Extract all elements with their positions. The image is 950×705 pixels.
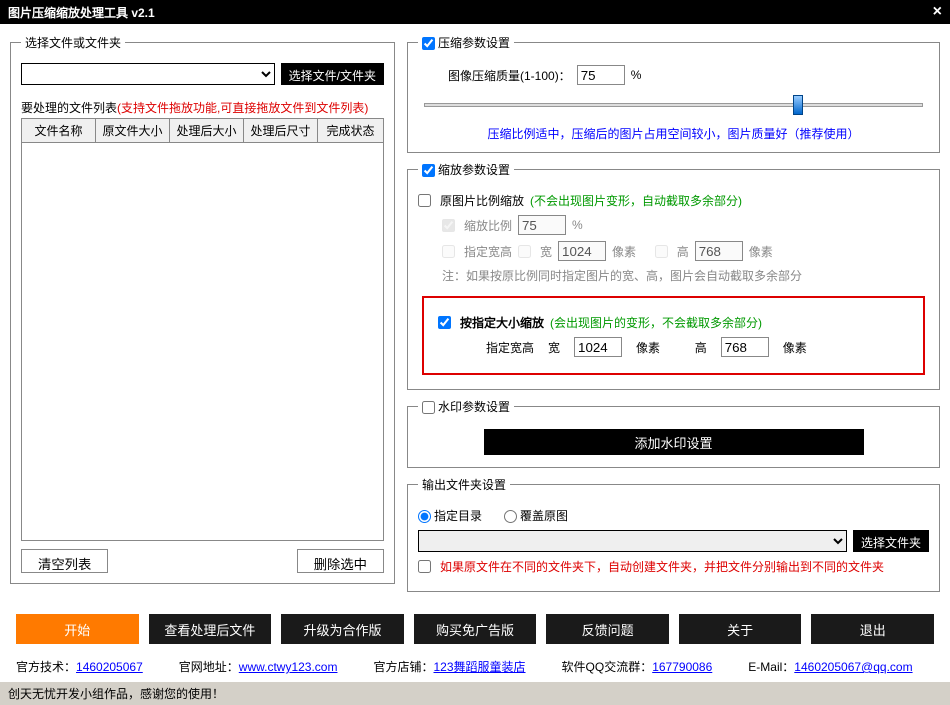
fixed-size-box: 按指定大小缩放 (会出现图片的变形，不会截取多余部分) 指定宽高 宽 像素 高 …	[422, 296, 925, 375]
col-origsize: 原文件大小	[96, 119, 170, 143]
auto-folder-checkbox[interactable]	[418, 560, 431, 573]
scale-h-input	[695, 241, 743, 261]
enable-scale-checkbox[interactable]	[422, 164, 435, 177]
overwrite-radio-label[interactable]: 覆盖原图	[504, 507, 568, 524]
slider-thumb[interactable]	[793, 95, 803, 115]
proportional-scale-checkbox[interactable]	[418, 194, 431, 207]
quality-input[interactable]	[577, 65, 625, 85]
scale-group: 缩放参数设置 原图片比例缩放 (不会出现图片变形，自动截取多余部分) 缩放比例 …	[407, 161, 940, 390]
scale-w-checkbox	[518, 245, 531, 258]
file-path-select[interactable]	[21, 63, 275, 85]
scale-w-input	[558, 241, 606, 261]
scale-ratio-input	[518, 215, 566, 235]
close-icon[interactable]: ×	[933, 3, 942, 21]
output-legend: 输出文件夹设置	[418, 476, 510, 493]
output-group: 输出文件夹设置 指定目录 覆盖原图 选择文件夹 如果原文件在不同的文件夹下，自动…	[407, 476, 940, 592]
fixed-size-checkbox[interactable]	[438, 316, 451, 329]
enable-watermark-checkbox[interactable]	[422, 401, 435, 414]
qq-group-link[interactable]: 167790086	[652, 660, 712, 674]
col-status: 完成状态	[318, 119, 384, 143]
col-newsize: 处理后大小	[170, 119, 244, 143]
compress-legend: 压缩参数设置	[418, 34, 514, 51]
scale-note: 注：如果按原比例同时指定图片的宽、高，图片会自动截取多余部分	[442, 267, 929, 284]
file-list-label: 要处理的文件列表(支持文件拖放功能,可直接拖放文件到文件列表)	[21, 99, 384, 116]
slider-caption: 压缩比例适中，压缩后的图片占用空间较小，图片质量好（推荐使用）	[418, 125, 929, 142]
bottom-button-bar: 开始 查看处理后文件 升级为合作版 购买免广告版 反馈问题 关于 退出	[0, 610, 950, 652]
buy-adfree-button[interactable]: 购买免广告版	[414, 614, 537, 644]
select-files-button[interactable]: 选择文件/文件夹	[281, 63, 384, 85]
watermark-group: 水印参数设置 添加水印设置	[407, 398, 940, 468]
scale-h-checkbox	[655, 245, 668, 258]
select-output-button[interactable]: 选择文件夹	[853, 530, 929, 552]
add-watermark-button[interactable]: 添加水印设置	[484, 429, 864, 455]
website-link[interactable]: www.ctwy123.com	[239, 660, 338, 674]
scale-wh-checkbox	[442, 245, 455, 258]
scale-ratio-checkbox	[442, 219, 455, 232]
view-result-button[interactable]: 查看处理后文件	[149, 614, 272, 644]
email-link[interactable]: 1460205067@qq.com	[794, 660, 912, 674]
compress-group: 压缩参数设置 图像压缩质量(1-100)： % 压缩比例适中，压缩后的图片占用空…	[407, 34, 940, 153]
title-bar: 图片压缩缩放处理工具 v2.1 ×	[0, 0, 950, 24]
status-bar: 创天无忧开发小组作品，感谢您的使用！	[0, 681, 950, 705]
file-list-table: 文件名称 原文件大小 处理后大小 处理后尺寸 完成状态	[21, 118, 384, 143]
shop-link[interactable]: 123舞蹈服童装店	[434, 660, 526, 674]
quality-label: 图像压缩质量(1-100)：	[448, 67, 571, 84]
file-select-group: 选择文件或文件夹 选择文件/文件夹 要处理的文件列表(支持文件拖放功能,可直接拖…	[10, 34, 395, 584]
col-filename: 文件名称	[22, 119, 96, 143]
exit-button[interactable]: 退出	[811, 614, 934, 644]
watermark-legend: 水印参数设置	[418, 398, 514, 415]
tech-link[interactable]: 1460205067	[76, 660, 143, 674]
output-dir-radio-label[interactable]: 指定目录	[418, 507, 482, 524]
file-select-legend: 选择文件或文件夹	[21, 34, 125, 51]
output-dir-radio[interactable]	[418, 510, 431, 523]
window-title: 图片压缩缩放处理工具 v2.1	[8, 4, 155, 21]
about-button[interactable]: 关于	[679, 614, 802, 644]
start-button[interactable]: 开始	[16, 614, 139, 644]
fixed-h-input[interactable]	[721, 337, 769, 357]
feedback-button[interactable]: 反馈问题	[546, 614, 669, 644]
quality-slider[interactable]	[424, 93, 923, 121]
upgrade-button[interactable]: 升级为合作版	[281, 614, 404, 644]
file-list-body[interactable]	[21, 143, 384, 541]
fixed-w-input[interactable]	[574, 337, 622, 357]
col-newdim: 处理后尺寸	[244, 119, 318, 143]
output-dir-select[interactable]	[418, 530, 847, 552]
overwrite-radio[interactable]	[504, 510, 517, 523]
clear-list-button[interactable]: 清空列表	[21, 549, 108, 573]
delete-selected-button[interactable]: 删除选中	[297, 549, 384, 573]
enable-compress-checkbox[interactable]	[422, 37, 435, 50]
scale-legend: 缩放参数设置	[418, 161, 514, 178]
